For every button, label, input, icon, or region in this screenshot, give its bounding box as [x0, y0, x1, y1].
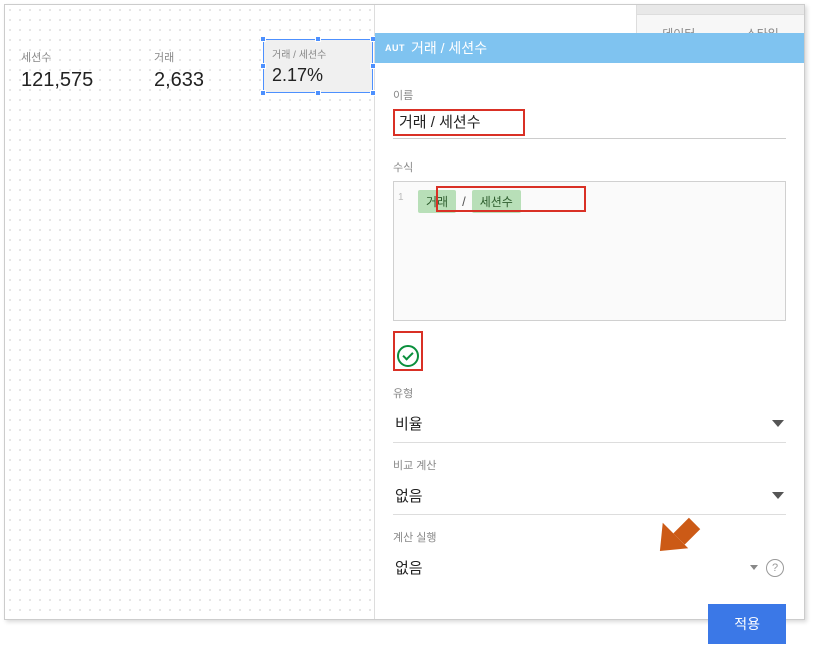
dropdown-value: 없음	[395, 485, 423, 506]
name-label: 이름	[393, 87, 786, 103]
resize-handle[interactable]	[315, 36, 321, 42]
formula-editor[interactable]: 1 거래 / 세션수	[393, 181, 786, 321]
annotation-highlight	[393, 109, 525, 136]
checkmark-icon	[402, 349, 413, 360]
field-chip-sessions[interactable]: 세션수	[472, 190, 521, 213]
compare-dropdown[interactable]: 없음	[393, 479, 786, 515]
resize-handle[interactable]	[260, 63, 266, 69]
metric-label: 거래	[154, 49, 204, 65]
metric-value: 2,633	[154, 69, 204, 92]
annotation-highlight	[393, 331, 423, 371]
metric-value: 2.17%	[272, 65, 364, 86]
running-dropdown[interactable]: 없음	[395, 557, 742, 578]
metric-value: 121,575	[21, 69, 93, 92]
field-name-input[interactable]	[399, 113, 519, 130]
report-canvas[interactable]: 세션수 121,575 거래 2,633 거래 / 세션수 2.17%	[5, 5, 375, 619]
panel-title: 거래 / 세션수	[411, 38, 487, 58]
resize-handle[interactable]	[260, 90, 266, 96]
metric-label: 세션수	[21, 49, 93, 65]
formula-label: 수식	[393, 159, 786, 175]
calculated-field-panel: AUT 거래 / 세션수 이름 수식 1 거래 / 세션수	[375, 33, 804, 619]
line-number: 1	[398, 192, 404, 203]
metric-label: 거래 / 세션수	[272, 46, 364, 61]
field-chip-transactions[interactable]: 거래	[418, 190, 456, 213]
chevron-down-icon	[772, 420, 784, 427]
running-label: 계산 실행	[393, 529, 786, 545]
chevron-down-icon	[750, 565, 758, 570]
help-icon[interactable]: ?	[766, 559, 784, 577]
type-dropdown[interactable]: 비율	[393, 407, 786, 443]
resize-handle[interactable]	[260, 36, 266, 42]
resize-handle[interactable]	[315, 90, 321, 96]
formula-valid-icon	[397, 345, 419, 367]
panel-header: AUT 거래 / 세션수	[375, 33, 804, 63]
compare-label: 비교 계산	[393, 457, 786, 473]
dropdown-value: 비율	[395, 413, 423, 434]
type-label: 유형	[393, 385, 786, 401]
operator-divide: /	[462, 194, 466, 209]
auto-badge: AUT	[385, 43, 405, 53]
apply-button[interactable]: 적용	[708, 604, 786, 644]
chevron-down-icon	[772, 492, 784, 499]
metric-card-sessions[interactable]: 세션수 121,575	[17, 41, 97, 100]
metric-card-ratio-selected[interactable]: 거래 / 세션수 2.17%	[263, 39, 373, 93]
metric-card-transactions[interactable]: 거래 2,633	[150, 41, 208, 100]
